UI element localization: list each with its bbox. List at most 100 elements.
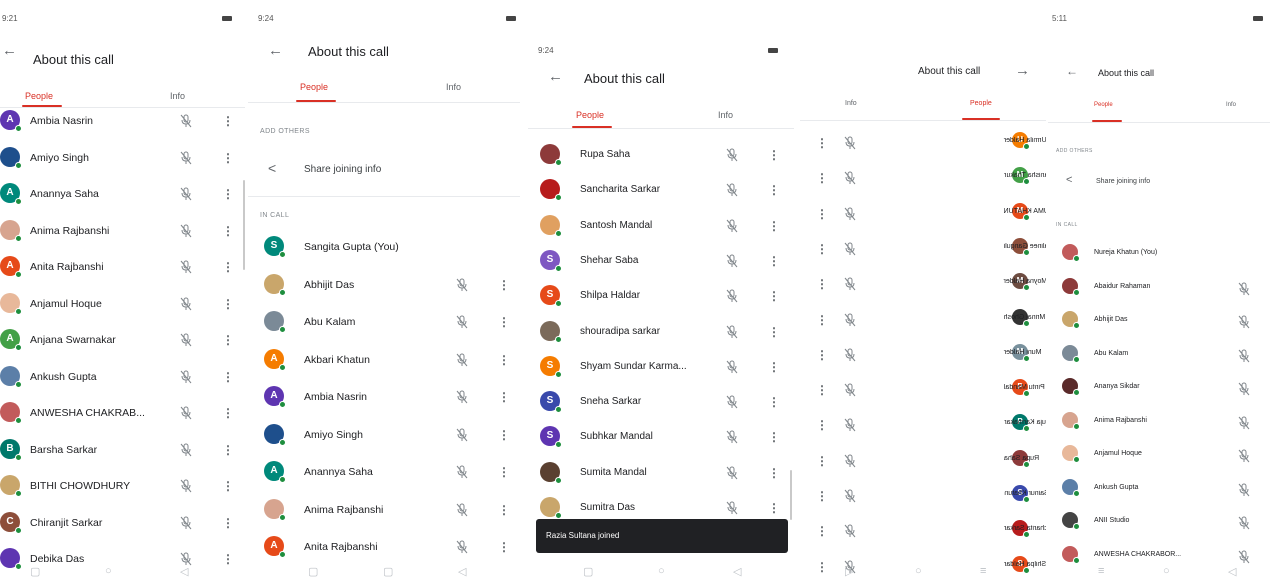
participant-row[interactable]: Amiyo Singh ⋮ — [248, 420, 520, 450]
mic-off-icon[interactable] — [1238, 382, 1250, 396]
mic-off-icon[interactable] — [726, 289, 738, 303]
mic-off-icon[interactable] — [180, 260, 192, 274]
participant-row[interactable]: MManisha Thakur⋮ — [800, 163, 1046, 193]
tab-info[interactable]: Info — [446, 82, 461, 92]
mic-off-icon[interactable] — [726, 501, 738, 515]
mic-off-icon[interactable] — [180, 370, 192, 384]
home-icon[interactable]: ▢ — [383, 565, 393, 578]
participant-row[interactable]: Mrinal Ghosh ⋮ — [800, 305, 1046, 335]
tab-info[interactable]: Info — [170, 91, 185, 101]
more-vert-icon[interactable]: ⋮ — [222, 406, 234, 420]
recents-icon[interactable]: ▢ — [308, 565, 318, 578]
mic-off-icon[interactable] — [456, 278, 468, 292]
more-vert-icon[interactable]: ⋮ — [816, 136, 828, 150]
more-vert-icon[interactable]: ⋮ — [768, 325, 780, 339]
more-vert-icon[interactable]: ⋮ — [816, 524, 828, 538]
tab-info[interactable]: Info — [1226, 102, 1236, 108]
more-vert-icon[interactable]: ⋮ — [816, 207, 828, 221]
mic-off-icon[interactable] — [456, 503, 468, 517]
tab-people[interactable]: People — [970, 100, 992, 107]
arrow-left-icon[interactable]: ← — [268, 42, 283, 59]
mic-off-icon[interactable] — [844, 313, 856, 327]
more-vert-icon[interactable]: ⋮ — [816, 418, 828, 432]
participant-row[interactable]: U Urmila Halder ⋮ — [800, 128, 1046, 158]
mic-off-icon[interactable] — [844, 207, 856, 221]
more-vert-icon[interactable]: ⋮ — [816, 489, 828, 503]
mic-off-icon[interactable] — [844, 489, 856, 503]
mic-off-icon[interactable] — [180, 297, 192, 311]
more-vert-icon[interactable]: ⋮ — [768, 466, 780, 480]
participant-row[interactable]: S Sainur Khatun ⋮ — [800, 481, 1046, 511]
mic-off-icon[interactable] — [844, 348, 856, 362]
back-nav-icon[interactable]: ◁ — [458, 565, 466, 578]
arrow-right-icon[interactable]: → — [1015, 62, 1030, 79]
more-vert-icon[interactable]: ⋮ — [768, 360, 780, 374]
participant-row[interactable]: S Subhkar Mandal ⋮ — [528, 422, 794, 452]
more-vert-icon[interactable]: ⋮ — [768, 219, 780, 233]
participant-row[interactable]: Ankush Gupta ⋮ — [0, 362, 245, 392]
more-vert-icon[interactable]: ⋮ — [498, 278, 510, 292]
back-nav-icon[interactable]: ◁ — [1228, 565, 1236, 578]
mic-off-icon[interactable] — [180, 443, 192, 457]
mic-off-icon[interactable] — [844, 277, 856, 291]
mic-off-icon[interactable] — [844, 524, 856, 538]
participant-row[interactable]: A Ambia Nasrin ⋮ — [248, 382, 520, 412]
home-icon[interactable]: ○ — [1163, 565, 1170, 577]
tab-info[interactable]: Info — [845, 100, 857, 107]
more-vert-icon[interactable]: ⋮ — [768, 183, 780, 197]
participant-row[interactable]: S Shyam Sundar Karma... ⋮ — [528, 352, 794, 382]
participant-row[interactable]: S Shilpa Haldar ⋮ — [528, 281, 794, 311]
participant-row[interactable]: Santosh Mandal ⋮ — [528, 211, 794, 241]
more-vert-icon[interactable]: ⋮ — [816, 277, 828, 291]
more-vert-icon[interactable]: ⋮ — [498, 390, 510, 404]
more-vert-icon[interactable]: ⋮ — [768, 395, 780, 409]
mic-off-icon[interactable] — [844, 242, 856, 256]
mic-off-icon[interactable] — [1238, 282, 1250, 296]
arrow-left-icon[interactable]: ← — [1066, 64, 1078, 78]
menu-icon[interactable]: ≡ — [1098, 565, 1104, 577]
mic-off-icon[interactable] — [1238, 349, 1250, 363]
participant-row[interactable]: Rupa Saha ⋮ — [800, 446, 1046, 476]
participant-row[interactable]: A Anita Rajbanshi ⋮ — [0, 252, 245, 282]
mic-off-icon[interactable] — [180, 333, 192, 347]
mic-off-icon[interactable] — [1238, 483, 1250, 497]
more-vert-icon[interactable]: ⋮ — [222, 479, 234, 493]
mic-off-icon[interactable] — [180, 516, 192, 530]
home-icon[interactable]: ○ — [915, 565, 922, 577]
mic-off-icon[interactable] — [726, 466, 738, 480]
participant-row[interactable]: S Sangita Gupta (You) — [248, 232, 520, 262]
more-vert-icon[interactable]: ⋮ — [222, 297, 234, 311]
participant-row[interactable]: Nureja Khatun (You) — [1048, 240, 1270, 270]
share-icon[interactable]: < — [1066, 174, 1072, 186]
participant-row[interactable]: S Sneha Sarkar ⋮ — [528, 387, 794, 417]
more-vert-icon[interactable]: ⋮ — [222, 151, 234, 165]
tab-people[interactable]: People — [300, 82, 328, 92]
participant-row[interactable]: P Puja Karmakar ⋮ — [800, 410, 1046, 440]
mic-off-icon[interactable] — [726, 219, 738, 233]
participant-row[interactable]: shouradipa sarkar ⋮ — [528, 317, 794, 347]
participant-row[interactable]: A Ambia Nasrin ⋮ — [0, 106, 245, 136]
more-vert-icon[interactable]: ⋮ — [816, 454, 828, 468]
mic-off-icon[interactable] — [726, 395, 738, 409]
scrollbar[interactable] — [790, 470, 792, 520]
mic-off-icon[interactable] — [844, 136, 856, 150]
participant-row[interactable]: Abhijit Das ⋮ — [248, 270, 520, 300]
mic-off-icon[interactable] — [180, 479, 192, 493]
mic-off-icon[interactable] — [1238, 315, 1250, 329]
mic-off-icon[interactable] — [1238, 516, 1250, 530]
mic-off-icon[interactable] — [844, 454, 856, 468]
participant-row[interactable]: A Anita Rajbanshi ⋮ — [248, 532, 520, 562]
participant-row[interactable]: Sumita Mandal ⋮ — [528, 458, 794, 488]
participant-row[interactable]: Anima Rajbanshi ⋮ — [248, 495, 520, 525]
more-vert-icon[interactable]: ⋮ — [768, 148, 780, 162]
more-vert-icon[interactable]: ⋮ — [498, 503, 510, 517]
more-vert-icon[interactable]: ⋮ — [222, 370, 234, 384]
mic-off-icon[interactable] — [844, 171, 856, 185]
more-vert-icon[interactable]: ⋮ — [222, 333, 234, 347]
participant-row[interactable]: Ankush Gupta — [1048, 475, 1270, 505]
menu-icon[interactable]: ≡ — [980, 565, 986, 577]
mic-off-icon[interactable] — [180, 151, 192, 165]
tab-people[interactable]: People — [1094, 102, 1113, 108]
mic-off-icon[interactable] — [456, 428, 468, 442]
mic-off-icon[interactable] — [456, 540, 468, 554]
